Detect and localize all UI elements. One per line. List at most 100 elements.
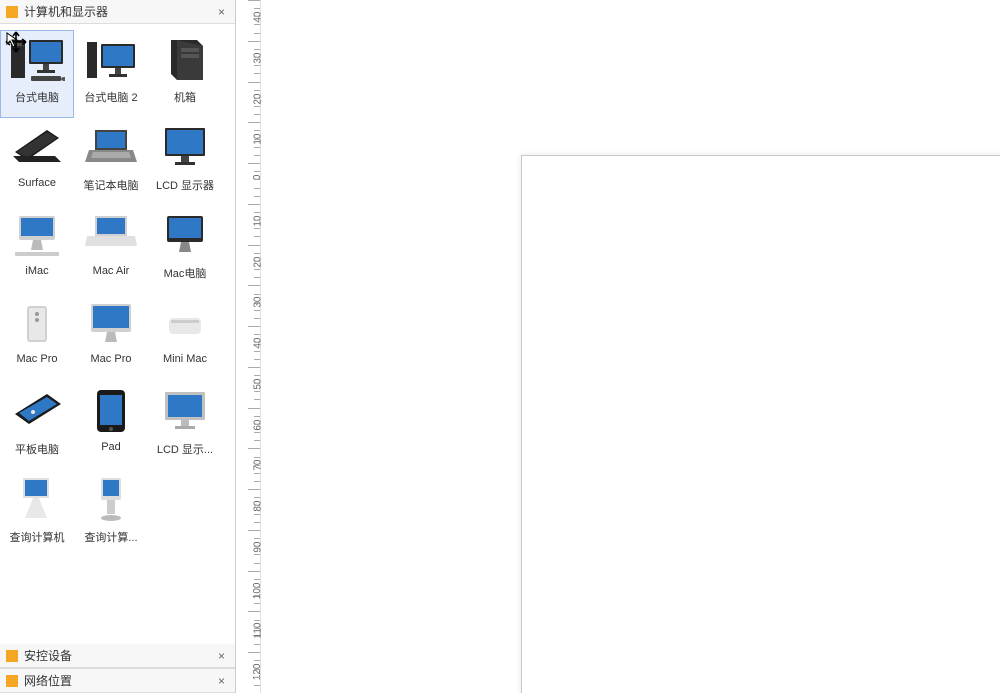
ruler-minor-tick [254,196,260,197]
panel-close-button[interactable]: × [214,674,229,688]
macpro-icon [9,295,65,351]
shape-label: 查询计算机 [10,529,65,545]
shape-item-macpro2[interactable]: Mac Pro [74,294,148,382]
shape-label: iMac [25,265,48,277]
shape-item-tablet[interactable]: 平板电脑 [0,382,74,470]
lcd-icon [157,119,213,175]
ruler-minor-tick [254,660,260,661]
shape-item-macair[interactable]: Mac Air [74,206,148,294]
ruler-minor-tick [254,538,260,539]
shape-label: LCD 显示器 [156,177,214,193]
desktop-icon [9,31,65,87]
shape-label: 台式电脑 2 [84,89,137,105]
collapsed-panel-0[interactable]: 安控设备× [0,644,235,668]
ruler-minor-tick [254,139,260,140]
panel-title: 计算机和显示器 [24,3,214,20]
ruler-minor-tick [254,33,260,34]
ruler-minor-tick [254,383,260,384]
ruler-minor-tick [254,98,260,99]
kiosk-icon [9,471,65,527]
ruler-minor-tick [254,620,260,621]
panel-color-swatch [6,650,18,662]
ruler-minor-tick [254,8,260,9]
ruler-minor-tick [254,440,260,441]
ruler-minor-tick [254,595,260,596]
shape-item-laptop[interactable]: 笔记本电脑 [74,118,148,206]
shape-label: 台式电脑 [15,89,59,105]
drawing-page[interactable] [521,155,1000,693]
ruler-minor-tick [254,318,260,319]
ruler-minor-tick [254,546,260,547]
ruler-tick [248,41,260,42]
ruler-minor-tick [254,399,260,400]
shape-item-desktop2[interactable]: 台式电脑 2 [74,30,148,118]
ruler-minor-tick [254,579,260,580]
ruler-minor-tick [254,65,260,66]
surface-icon [9,119,65,175]
shape-item-lcd2[interactable]: LCD 显示... [148,382,222,470]
shape-item-lcd[interactable]: LCD 显示器 [148,118,222,206]
panel-header-main[interactable]: 计算机和显示器 × [0,0,235,24]
shape-label: Mini Mac [163,353,207,365]
panel-color-swatch [6,675,18,687]
ruler-minor-tick [254,147,260,148]
shape-item-desktop[interactable]: 台式电脑 [0,30,74,118]
shape-item-case[interactable]: 机箱 [148,30,222,118]
shape-item-surface[interactable]: Surface [0,118,74,206]
ruler-minor-tick [254,114,260,115]
shape-item-kiosk[interactable]: 查询计算机 [0,470,74,558]
ruler-minor-tick [254,294,260,295]
ruler-minor-tick [254,188,260,189]
imac-icon [9,207,65,263]
ruler-minor-tick [254,212,260,213]
shape-label: Pad [101,441,121,453]
ruler-minor-tick [254,57,260,58]
ruler-minor-tick [254,342,260,343]
ruler-minor-tick [254,228,260,229]
canvas-area[interactable] [261,0,1000,693]
shape-item-minimac[interactable]: Mini Mac [148,294,222,382]
ruler-minor-tick [254,457,260,458]
collapsed-panels: 安控设备×网络位置× [0,644,235,693]
app-root: 计算机和显示器 × 台式电脑 台式电脑 2 机箱 Surface笔记本电脑 LCD 显示… [0,0,1000,693]
ruler-minor-tick [254,359,260,360]
ruler-minor-tick [254,155,260,156]
kiosk2-icon [83,471,139,527]
ruler-minor-tick [254,236,260,237]
ruler-tick [248,204,260,205]
shape-label: 机箱 [174,89,196,105]
shape-item-imac[interactable]: iMac [0,206,74,294]
ruler-minor-tick [254,505,260,506]
collapsed-panel-1[interactable]: 网络位置× [0,668,235,693]
ruler-minor-tick [254,106,260,107]
shape-item-macpc[interactable]: Mac电脑 [148,206,222,294]
ruler-tick [248,245,260,246]
ruler-minor-tick [254,261,260,262]
macair-icon [83,207,139,263]
minimac-icon [157,295,213,351]
panel-close-button[interactable]: × [214,5,229,19]
ruler-tick [248,611,260,612]
ruler-minor-tick [254,522,260,523]
ruler-minor-tick [254,49,260,50]
ruler-minor-tick [254,391,260,392]
shape-item-pad[interactable]: Pad [74,382,148,470]
panel-title: 网络位置 [24,672,214,689]
ruler-minor-tick [254,269,260,270]
ruler-tick [248,530,260,531]
ruler-minor-tick [254,465,260,466]
shape-item-macpro[interactable]: Mac Pro [0,294,74,382]
ruler-minor-tick [254,481,260,482]
vertical-ruler: 403020100102030405060708090100110120130 [236,0,261,693]
case-icon [157,31,213,87]
ruler-minor-tick [254,473,260,474]
shape-label: Mac电脑 [164,265,207,281]
ruler-minor-tick [254,587,260,588]
shape-item-kiosk2[interactable]: 查询计算... [74,470,148,558]
ruler-minor-tick [254,375,260,376]
panel-close-button[interactable]: × [214,649,229,663]
pad-icon [83,383,139,439]
panel-color-swatch [6,6,18,18]
ruler-minor-tick [254,685,260,686]
ruler-tick [248,652,260,653]
